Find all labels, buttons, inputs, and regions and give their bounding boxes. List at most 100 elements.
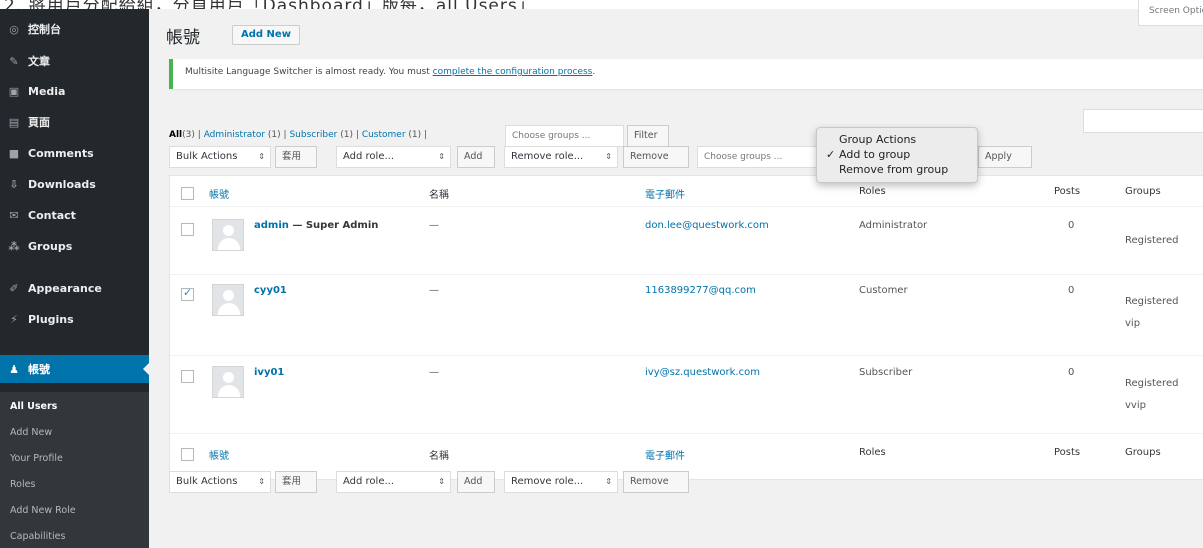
mail-icon: ✉ xyxy=(9,208,19,222)
bulk-actions-select-bottom[interactable]: Bulk Actions ⇕ xyxy=(169,471,271,493)
option-add-to-group[interactable]: Add to group xyxy=(826,148,910,161)
username-link[interactable]: admin — Super Admin xyxy=(254,220,378,231)
submenu-your-profile[interactable]: Your Profile xyxy=(10,453,63,464)
sidebar-item-label: 帳號 xyxy=(28,363,50,376)
sidebar-item-users[interactable]: ♟ 帳號 xyxy=(0,355,149,383)
name-cell: — xyxy=(429,220,439,231)
submenu-add-new-role[interactable]: Add New Role xyxy=(10,505,76,516)
role-cell: Customer xyxy=(859,285,908,296)
select-arrow-icon: ⇕ xyxy=(438,152,445,161)
filter-separator: | xyxy=(197,130,201,140)
sidebar-item-label: Groups xyxy=(28,239,73,253)
column-email-footer[interactable]: 電子郵件 xyxy=(645,447,685,462)
sidebar-item-media[interactable]: ▣ Media xyxy=(0,77,149,105)
sidebar-item-label: Appearance xyxy=(28,281,102,295)
caption-text: 2. 將用戶分配給組，分頁用戶「Dashboard」版每，all Users」 xyxy=(4,0,536,9)
submenu-capabilities[interactable]: Capabilities xyxy=(10,531,65,542)
group-apply-button[interactable]: Apply xyxy=(978,146,1032,168)
column-email[interactable]: 電子郵件 xyxy=(645,186,685,201)
column-posts-footer: Posts xyxy=(1054,447,1081,458)
select-arrow-icon: ⇕ xyxy=(258,477,265,486)
select-all-checkbox[interactable] xyxy=(181,187,194,200)
sidebar-item-downloads[interactable]: ⇩ Downloads xyxy=(0,170,149,198)
filter-button[interactable]: Filter xyxy=(627,125,669,147)
screen-options-button[interactable]: Screen Options xyxy=(1138,0,1203,26)
add-role-button-bottom[interactable]: Add xyxy=(457,471,495,493)
row-checkbox[interactable] xyxy=(181,370,194,383)
filter-administrator[interactable]: Administrator (1) xyxy=(204,130,281,140)
sidebar-item-pages[interactable]: ▤ 頁面 xyxy=(0,108,149,136)
comment-icon: ■ xyxy=(8,146,20,160)
submenu-add-new[interactable]: Add New xyxy=(10,427,52,438)
remove-role-select[interactable]: Remove role... ⇕ xyxy=(504,146,618,168)
bulk-apply-button[interactable]: 套用 xyxy=(275,146,317,168)
username-link[interactable]: cyy01 xyxy=(254,285,287,296)
users-submenu: All Users Add New Your Profile Roles Add… xyxy=(0,392,149,548)
sidebar-item-groups[interactable]: ⁂ Groups xyxy=(0,232,149,260)
column-username-footer[interactable]: 帳號 xyxy=(209,447,229,462)
column-roles: Roles xyxy=(859,186,886,197)
filter-separator: | xyxy=(355,130,359,140)
column-posts: Posts xyxy=(1054,186,1081,197)
media-icon: ▣ xyxy=(8,84,20,98)
add-new-button[interactable]: Add New xyxy=(232,25,300,45)
sidebar-item-label: Contact xyxy=(28,208,76,222)
row-checkbox[interactable] xyxy=(181,223,194,236)
username-link[interactable]: ivy01 xyxy=(254,367,284,378)
column-username[interactable]: 帳號 xyxy=(209,186,229,201)
add-role-select[interactable]: Add role... ⇕ xyxy=(336,146,451,168)
notice-config-link[interactable]: complete the configuration process xyxy=(433,67,593,77)
group-actions-header: Group Actions xyxy=(839,133,917,146)
group-cell: vvip xyxy=(1125,400,1146,411)
remove-role-select-bottom[interactable]: Remove role... ⇕ xyxy=(504,471,618,493)
users-table: 帳號 名稱 電子郵件 Roles Posts Groups admin — Su… xyxy=(169,175,1203,480)
posts-cell: 0 xyxy=(1068,367,1075,378)
sidebar-item-label: Comments xyxy=(28,146,94,160)
plug-icon: ⚡ xyxy=(10,312,18,326)
filter-customer[interactable]: Customer (1) xyxy=(362,130,421,140)
select-arrow-icon: ⇕ xyxy=(438,477,445,486)
group-cell: vip xyxy=(1125,318,1141,329)
column-groups: Groups xyxy=(1125,186,1161,197)
caption-strip: 2. 將用戶分配給組，分頁用戶「Dashboard」版每，all Users」 xyxy=(0,0,1203,9)
name-cell: — xyxy=(429,367,439,378)
group-actions-dropdown[interactable]: Group Actions Add to group Remove from g… xyxy=(816,127,978,183)
submenu-all-users[interactable]: All Users xyxy=(10,401,57,412)
role-cell: Administrator xyxy=(859,220,928,231)
remove-role-button[interactable]: Remove xyxy=(623,146,689,168)
option-remove-from-group[interactable]: Remove from group xyxy=(839,163,948,176)
add-role-button[interactable]: Add xyxy=(457,146,495,168)
sidebar-item-comments[interactable]: ■ Comments xyxy=(0,139,149,167)
sidebar-item-plugins[interactable]: ⚡ Plugins xyxy=(0,305,149,333)
row-checkbox[interactable] xyxy=(181,286,194,301)
download-icon: ⇩ xyxy=(9,177,19,191)
filter-subscriber[interactable]: Subscriber (1) xyxy=(289,130,353,140)
filter-separator: | xyxy=(283,130,287,140)
dashboard-icon: ◎ xyxy=(9,22,19,36)
email-link[interactable]: don.lee@questwork.com xyxy=(645,220,769,231)
submenu-roles[interactable]: Roles xyxy=(10,479,35,490)
select-all-checkbox-footer[interactable] xyxy=(181,448,194,461)
sidebar-item-label: 頁面 xyxy=(28,116,50,129)
filter-groups-select[interactable]: Choose groups ... xyxy=(505,125,624,147)
bulk-apply-button-bottom[interactable]: 套用 xyxy=(275,471,317,493)
email-link[interactable]: ivy@sz.questwork.com xyxy=(645,367,760,378)
avatar xyxy=(212,284,244,316)
sidebar-item-dashboard[interactable]: ◎ 控制台 xyxy=(0,15,149,43)
sidebar-item-contact[interactable]: ✉ Contact xyxy=(0,201,149,229)
sidebar-item-label: 控制台 xyxy=(28,23,61,36)
bulk-actions-select[interactable]: Bulk Actions ⇕ xyxy=(169,146,271,168)
posts-cell: 0 xyxy=(1068,220,1075,231)
remove-role-button-bottom[interactable]: Remove xyxy=(623,471,689,493)
sidebar-item-appearance[interactable]: ✐ Appearance xyxy=(0,274,149,302)
sidebar-item-posts[interactable]: ✎ 文章 xyxy=(0,47,149,75)
column-name: 名稱 xyxy=(429,190,449,201)
email-link[interactable]: 1163899277@qq.com xyxy=(645,285,756,296)
search-users-input[interactable] xyxy=(1083,109,1203,133)
add-role-select-bottom[interactable]: Add role... ⇕ xyxy=(336,471,451,493)
bulk-groups-select[interactable]: Choose groups ... xyxy=(697,146,817,168)
filter-all[interactable]: All(3) xyxy=(169,130,195,140)
group-cell: Registered xyxy=(1125,296,1179,307)
groups-icon: ⁂ xyxy=(8,239,20,253)
column-roles-footer: Roles xyxy=(859,447,886,458)
